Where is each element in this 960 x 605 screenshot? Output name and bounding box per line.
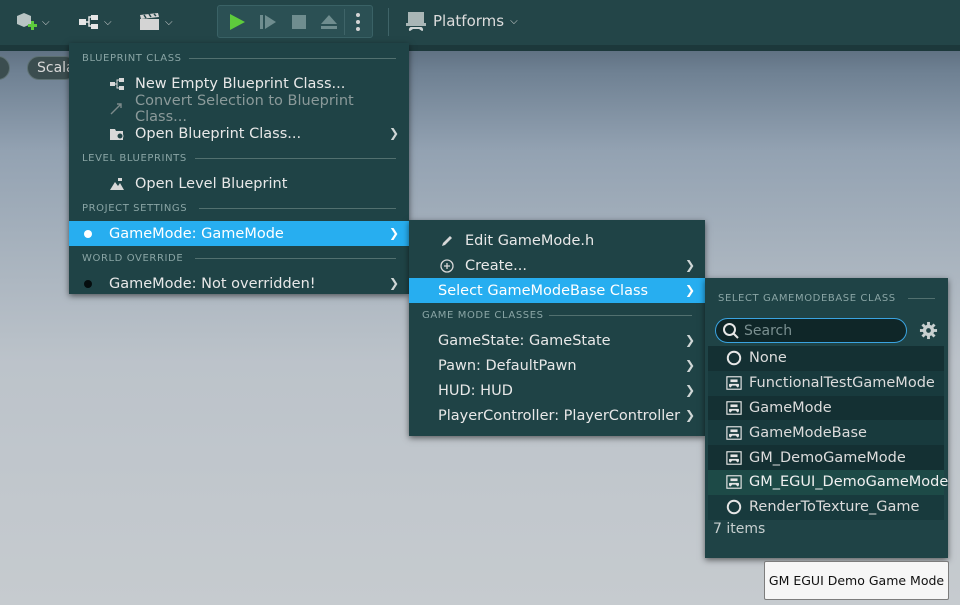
playercontroller-item[interactable]: PlayerController: PlayerController ❯ (409, 403, 705, 428)
class-list: None FunctionalTestGameMode GameMode Gam… (708, 346, 948, 520)
create-item[interactable]: Create... ❯ (409, 253, 705, 278)
select-gamemodebase-class-item[interactable]: Select GameModeBase Class ❯ (409, 278, 705, 303)
open-blueprint-class-item[interactable]: Open Blueprint Class... ❯ (69, 121, 409, 146)
section-header-select-gamemodebase-class: SELECT GAMEMODEBASE CLASS (705, 286, 948, 311)
chevron-down-icon: ⌵ (104, 16, 112, 28)
play-controls (217, 5, 373, 38)
cinematics-icon (140, 13, 159, 30)
list-item[interactable]: GM_DemoGameMode (708, 445, 944, 470)
section-header-project-settings: PROJECT SETTINGS (69, 196, 409, 221)
chevron-right-icon: ❯ (388, 226, 399, 240)
blueprint-icon (79, 15, 98, 29)
bullet-icon (84, 229, 92, 238)
search-icon (723, 323, 739, 339)
section-header-game-mode-classes: GAME MODE CLASSES (409, 303, 705, 328)
add-circle-icon (439, 258, 455, 274)
none-circle-icon (726, 350, 742, 366)
chevron-right-icon: ❯ (684, 383, 695, 397)
open-level-blueprint-item[interactable]: Open Level Blueprint (69, 171, 409, 196)
eject-icon[interactable] (319, 12, 339, 32)
gamestate-item[interactable]: GameState: GameState ❯ (409, 328, 705, 353)
list-item[interactable]: RenderToTexture_Game (708, 494, 944, 520)
chevron-right-icon: ❯ (388, 126, 399, 140)
edit-gamemode-item[interactable]: Edit GameMode.h (409, 228, 705, 253)
hud-item[interactable]: HUD: HUD ❯ (409, 378, 705, 403)
more-options-icon[interactable] (354, 12, 362, 32)
chevron-right-icon: ❯ (684, 258, 695, 272)
stop-icon[interactable] (289, 12, 309, 32)
platforms-button[interactable]: Platforms ⌵ (405, 10, 518, 32)
gamemode-world-item[interactable]: GameMode: Not overridden! ❯ (69, 271, 409, 296)
advance-frame-icon[interactable] (258, 12, 278, 32)
add-content-button[interactable]: ⌵ (14, 8, 50, 36)
list-item-selected[interactable]: GM_EGUI_DemoGameMode (708, 469, 948, 495)
gamemode-class-icon (726, 450, 742, 466)
open-folder-icon (109, 126, 125, 142)
gamemode-project-item[interactable]: GameMode: GameMode ❯ (69, 221, 409, 246)
search-input[interactable] (744, 322, 894, 340)
gamemode-class-icon (726, 474, 742, 490)
platforms-label: Platforms (433, 12, 505, 30)
divider (344, 9, 345, 35)
chevron-right-icon: ❯ (684, 408, 695, 422)
chevron-right-icon: ❯ (684, 333, 695, 347)
search-field[interactable] (715, 318, 907, 343)
bullet-icon (84, 279, 92, 288)
item-count: 7 items (713, 521, 766, 537)
list-item[interactable]: None (708, 346, 944, 371)
viewport-options-button[interactable] (0, 56, 10, 80)
list-item[interactable]: GameModeBase (708, 420, 944, 446)
chevron-right-icon: ❯ (388, 276, 399, 290)
chevron-right-icon: ❯ (684, 358, 695, 372)
section-header-level-blueprints: LEVEL BLUEPRINTS (69, 146, 409, 171)
convert-selection-item: Convert Selection to Blueprint Class... (69, 93, 409, 125)
blueprint-icon (109, 76, 125, 92)
play-icon[interactable] (227, 12, 247, 32)
main-toolbar: ⌵ ⌵ ⌵ Platforms ⌵ (0, 0, 960, 45)
blueprint-menu: BLUEPRINT CLASS New Empty Blueprint Clas… (69, 43, 409, 294)
class-picker: SELECT GAMEMODEBASE CLASS None (705, 278, 948, 558)
section-header-blueprint-class: BLUEPRINT CLASS (69, 46, 409, 71)
convert-icon (109, 101, 125, 117)
platforms-icon (406, 12, 426, 31)
gamemode-class-icon (726, 375, 742, 391)
gamemode-submenu: Edit GameMode.h Create... ❯ Select GameM… (409, 220, 705, 436)
section-header-world-override: WORLD OVERRIDE (69, 246, 409, 271)
gear-icon[interactable] (919, 321, 938, 340)
edit-pencil-icon (439, 233, 455, 249)
divider (388, 8, 389, 36)
level-blueprint-icon (109, 176, 125, 192)
blueprint-button[interactable]: ⌵ (76, 8, 112, 36)
cinematics-button[interactable]: ⌵ (137, 8, 173, 36)
list-item[interactable]: FunctionalTestGameMode (708, 370, 944, 396)
add-content-icon (17, 13, 37, 30)
chevron-down-icon: ⌵ (42, 16, 50, 28)
tooltip: GM EGUI Demo Game Mode (764, 561, 949, 600)
gamemode-class-icon (726, 400, 742, 416)
list-item[interactable]: GameMode (708, 395, 944, 421)
none-circle-icon (726, 499, 742, 515)
pawn-item[interactable]: Pawn: DefaultPawn ❯ (409, 353, 705, 378)
gamemode-class-icon (726, 425, 742, 441)
chevron-right-icon: ❯ (684, 283, 695, 297)
chevron-down-icon: ⌵ (165, 16, 173, 28)
chevron-down-icon: ⌵ (510, 15, 518, 27)
